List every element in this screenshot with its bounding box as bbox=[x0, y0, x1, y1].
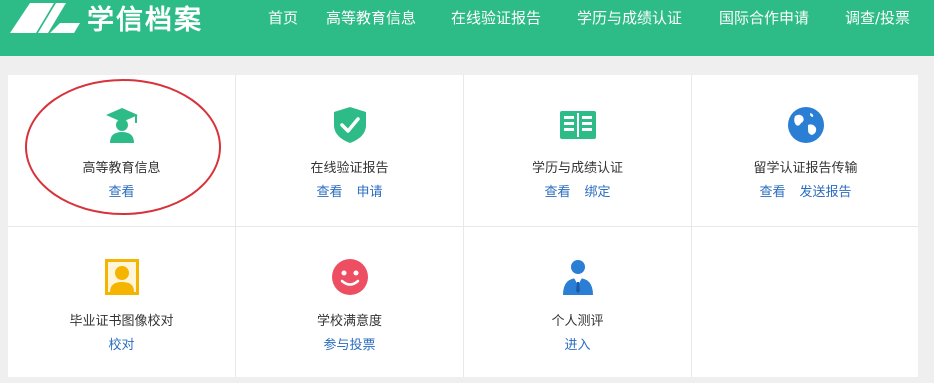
service-card-diploma-image-proofread: 毕业证书图像校对 校对 bbox=[8, 227, 235, 377]
view-link[interactable]: 查看 bbox=[759, 185, 785, 200]
service-title: 学历与成绩认证 bbox=[531, 161, 623, 176]
service-card-school-satisfaction: 学校满意度 参与投票 bbox=[236, 227, 463, 377]
nav-international-cooperation[interactable]: 国际合作申请 bbox=[719, 7, 809, 29]
view-link[interactable]: 查看 bbox=[544, 185, 570, 200]
smiley-icon bbox=[331, 259, 368, 295]
view-link[interactable]: 查看 bbox=[316, 185, 342, 200]
person-tie-icon bbox=[562, 260, 593, 295]
nav-survey-vote[interactable]: 调查/投票 bbox=[845, 7, 910, 29]
nav-higher-education-info[interactable]: 高等教育信息 bbox=[326, 7, 416, 29]
service-title: 学校满意度 bbox=[316, 314, 382, 329]
nav-home[interactable]: 首页 bbox=[268, 7, 298, 29]
nav-online-verification-report[interactable]: 在线验证报告 bbox=[451, 7, 541, 29]
empty-cell bbox=[692, 227, 919, 377]
service-card-degree-grade-certification: 学历与成绩认证 查看 绑定 bbox=[464, 75, 691, 225]
service-title: 留学认证报告传输 bbox=[753, 161, 858, 176]
globe-icon bbox=[787, 107, 824, 143]
vote-link[interactable]: 参与投票 bbox=[323, 338, 375, 353]
portrait-icon bbox=[104, 259, 139, 295]
nav-degree-grade-certification[interactable]: 学历与成绩认证 bbox=[577, 7, 682, 29]
bind-link[interactable]: 绑定 bbox=[585, 185, 611, 200]
service-title: 在线验证报告 bbox=[310, 161, 389, 176]
apply-link[interactable]: 申请 bbox=[357, 185, 383, 200]
service-card-personal-assessment: 个人测评 进入 bbox=[464, 227, 691, 377]
service-title: 毕业证书图像校对 bbox=[69, 314, 174, 329]
main-nav: 首页 高等教育信息 在线验证报告 学历与成绩认证 国际合作申请 调查/投票 bbox=[0, 7, 934, 29]
service-card-online-verification-report: 在线验证报告 查看 申请 bbox=[236, 75, 463, 225]
service-title: 个人测评 bbox=[551, 314, 604, 329]
shield-check-icon bbox=[333, 107, 366, 143]
proofread-link[interactable]: 校对 bbox=[108, 338, 134, 353]
top-navigation-bar: 学信档案 首页 高等教育信息 在线验证报告 学历与成绩认证 国际合作申请 调查/… bbox=[0, 0, 934, 56]
send-report-link[interactable]: 发送报告 bbox=[800, 185, 852, 200]
service-card-study-abroad-report-transfer: 留学认证报告传输 查看 发送报告 bbox=[692, 75, 919, 225]
book-icon bbox=[559, 111, 596, 139]
enter-link[interactable]: 进入 bbox=[564, 338, 590, 353]
highlight-circle-annotation bbox=[25, 79, 221, 215]
